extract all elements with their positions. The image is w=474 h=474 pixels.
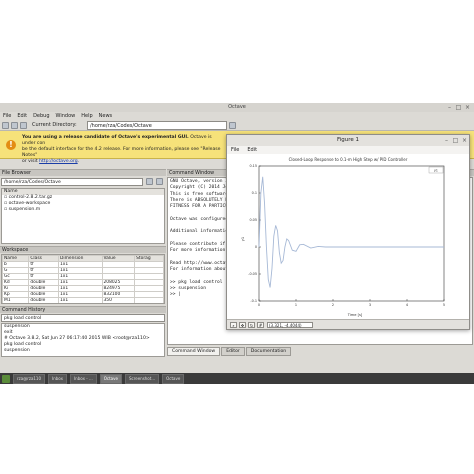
- workspace-cell: [102, 304, 135, 305]
- taskbar-item[interactable]: Screenshot...: [124, 373, 160, 384]
- command-history-header: Command History: [0, 306, 166, 313]
- x-tick-label: 2: [332, 303, 334, 307]
- taskbar-item[interactable]: Octave: [99, 373, 122, 384]
- coordinate-readout: (3.321, -4.4044): [267, 322, 313, 328]
- minimize-icon[interactable]: –: [446, 104, 453, 111]
- plot-background: [227, 154, 469, 319]
- y-tick-label: 0.1: [252, 191, 257, 195]
- menu-bar: File Edit Debug Window Help News: [0, 112, 474, 120]
- x-axis-label: Time [s]: [347, 313, 363, 317]
- file-item-label: control-2.8.2.tar.gz: [8, 195, 53, 200]
- menu-help[interactable]: Help: [81, 112, 92, 120]
- workspace-cell: double: [29, 304, 59, 305]
- octave-link[interactable]: http://octave.org: [39, 159, 78, 164]
- file-browser-settings-icon[interactable]: [156, 178, 163, 185]
- window-title: Octave: [0, 103, 474, 112]
- pan-icon[interactable]: ✥: [239, 322, 246, 328]
- taskbar-item[interactable]: Octave: [162, 373, 185, 384]
- figure-menu-bar: File Edit: [227, 146, 469, 154]
- tab-documentation[interactable]: Documentation: [245, 347, 292, 356]
- file-item[interactable]: ▫ suspension.m: [2, 207, 164, 213]
- y-tick-label: 0: [255, 245, 257, 249]
- x-tick-label: 5: [443, 303, 445, 307]
- workspace-header: Workspace: [0, 246, 166, 253]
- workspace-cell: [135, 304, 164, 305]
- banner-line2: be the default interface for the 4.2 rel…: [22, 147, 221, 158]
- workspace-cell: 1x1: [59, 304, 102, 305]
- toolbar: Current Directory: /home/rza/Codes/Octav…: [0, 120, 474, 131]
- figure-title: Figure 1: [227, 135, 469, 146]
- figure-maximize-icon[interactable]: □: [452, 137, 459, 144]
- file-browser-header: File Browser: [0, 169, 166, 176]
- history-list: suspension exit # Octave 3.8.2, Sat Jun …: [1, 323, 165, 357]
- banner-text: You are using a release candidate of Oct…: [22, 135, 222, 165]
- file-browser-path[interactable]: /home/rza/Codes/Octave: [1, 178, 143, 186]
- maximize-icon[interactable]: □: [455, 104, 462, 111]
- x-tick-label: 4: [406, 303, 408, 307]
- y-tick-label: 0.05: [249, 218, 257, 222]
- menu-debug[interactable]: Debug: [33, 112, 49, 120]
- menu-file[interactable]: File: [3, 112, 11, 120]
- zoom-icon[interactable]: ⌕: [230, 322, 237, 328]
- copy-icon[interactable]: [20, 122, 27, 129]
- current-directory-label: Current Directory:: [32, 122, 77, 128]
- workspace-row[interactable]: M2double1x1: [3, 304, 164, 305]
- chart-title: Closed-Loop Response to 0.1-m High Step …: [289, 157, 408, 162]
- history-item[interactable]: suspension: [2, 348, 164, 354]
- taskbar-item[interactable]: Inbox - ...: [69, 373, 97, 384]
- y-tick-label: -0.1: [250, 299, 257, 303]
- file-list: Name ▫ control-2.8.2.tar.gz ▫ octave-wor…: [1, 188, 165, 244]
- legend-entry: y1: [434, 169, 438, 173]
- workspace-cell: M2: [3, 304, 29, 305]
- workspace-table: Name Class Dimension Value Storag b tf 1x1…: [1, 254, 165, 304]
- menu-edit[interactable]: Edit: [17, 112, 27, 120]
- current-directory-input[interactable]: /home/rza/Codes/Octave: [87, 121, 227, 130]
- banner-line3-pre: or visit: [22, 159, 40, 164]
- figure-close-icon[interactable]: ×: [461, 137, 468, 144]
- file-browser-up-icon[interactable]: [146, 178, 153, 185]
- y-tick-label: -0.05: [248, 272, 257, 276]
- start-menu-icon[interactable]: [2, 374, 10, 383]
- x-tick-label: 0: [258, 303, 260, 307]
- browse-directory-icon[interactable]: [229, 122, 236, 129]
- x-tick-label: 3: [369, 303, 371, 307]
- menu-news[interactable]: News: [99, 112, 113, 120]
- y-tick-label: 0.15: [249, 164, 257, 168]
- figure-window: Figure 1 – □ × File Edit Closed-Loop Res…: [226, 134, 470, 330]
- y-axis-label: y1: [241, 237, 245, 241]
- figure-minimize-icon[interactable]: –: [443, 137, 450, 144]
- grid-icon[interactable]: #: [257, 322, 264, 328]
- x-tick-label: 1: [295, 303, 297, 307]
- banner-bold: You are using a release candidate of Oct…: [22, 135, 189, 140]
- open-folder-icon[interactable]: [11, 122, 18, 129]
- file-item-label: suspension.m: [8, 207, 41, 212]
- taskbar-item[interactable]: rza@rza110: [13, 373, 46, 384]
- history-filter-input[interactable]: pkg load control: [1, 314, 165, 322]
- taskbar: rza@rza110 Inbox Inbox - ... Octave Scre…: [0, 373, 474, 384]
- file-item-label: octave-workspace: [8, 201, 51, 206]
- close-icon[interactable]: ×: [464, 104, 471, 111]
- menu-window[interactable]: Window: [56, 112, 76, 120]
- plot-area[interactable]: Closed-Loop Response to 0.1-m High Step …: [227, 154, 469, 319]
- figure-menu-edit[interactable]: Edit: [247, 146, 257, 154]
- figure-menu-file[interactable]: File: [231, 146, 239, 154]
- tab-command-window[interactable]: Command Window: [167, 347, 221, 356]
- banner-line3-post: .: [77, 159, 80, 164]
- rotate-icon[interactable]: ↻: [248, 322, 255, 328]
- new-file-icon[interactable]: [2, 122, 9, 129]
- taskbar-item[interactable]: Inbox: [48, 373, 67, 384]
- tab-editor[interactable]: Editor: [221, 347, 245, 356]
- figure-status-bar: ⌕ ✥ ↻ # (3.321, -4.4044): [227, 319, 469, 329]
- bottom-tabs: Command Window Editor Documentation: [167, 347, 292, 356]
- warning-icon: !: [6, 140, 16, 150]
